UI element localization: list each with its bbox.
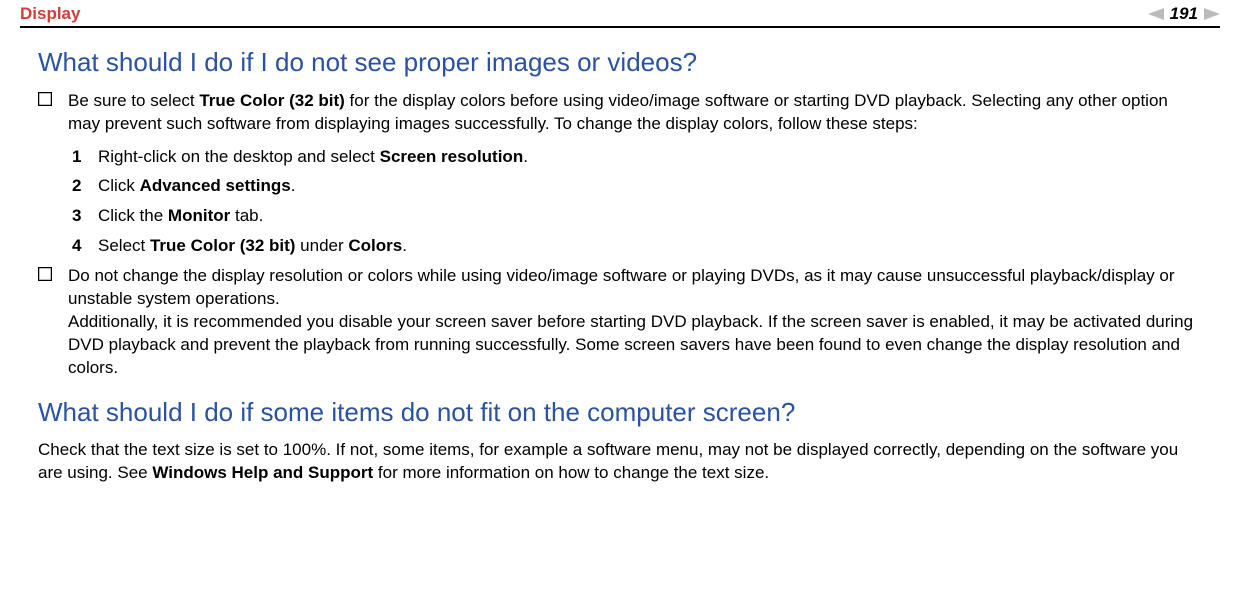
- text-bold: Colors: [348, 236, 402, 255]
- page-header: Display 191: [20, 0, 1220, 26]
- bullet-icon: [38, 265, 68, 380]
- document-page: Display 191 What should I do if I do not…: [0, 0, 1240, 505]
- text-run: tab.: [230, 206, 263, 225]
- page-number: 191: [1170, 4, 1198, 24]
- bullet-item: Be sure to select True Color (32 bit) fo…: [38, 90, 1202, 136]
- text-run: .: [291, 176, 296, 195]
- next-page-icon[interactable]: [1204, 8, 1220, 20]
- text-run: Select: [98, 236, 150, 255]
- text-run: Right-click on the desktop and select: [98, 147, 380, 166]
- text-bold: Advanced settings: [140, 176, 291, 195]
- text-run: Additionally, it is recommended you disa…: [68, 312, 1193, 377]
- bullet-item: Do not change the display resolution or …: [38, 265, 1202, 380]
- text-run: for more information on how to change th…: [373, 463, 769, 482]
- text-run: Be sure to select: [68, 91, 199, 110]
- header-title: Display: [20, 4, 80, 24]
- step-item: Right-click on the desktop and select Sc…: [72, 142, 1202, 172]
- section-heading: What should I do if some items do not fi…: [38, 396, 1202, 430]
- text-bold: True Color (32 bit): [150, 236, 295, 255]
- text-run: under: [295, 236, 348, 255]
- step-item: Click Advanced settings.: [72, 171, 1202, 201]
- text-run: Click: [98, 176, 140, 195]
- text-bold: Windows Help and Support: [152, 463, 373, 482]
- prev-page-icon[interactable]: [1148, 8, 1164, 20]
- body-text: Check that the text size is set to 100%.…: [38, 439, 1202, 485]
- text-bold: True Color (32 bit): [199, 91, 344, 110]
- text-run: .: [402, 236, 407, 255]
- page-number-nav: 191: [1148, 4, 1220, 24]
- section-heading: What should I do if I do not see proper …: [38, 46, 1202, 80]
- page-content: What should I do if I do not see proper …: [20, 46, 1220, 485]
- step-item: Click the Monitor tab.: [72, 201, 1202, 231]
- step-item: Select True Color (32 bit) under Colors.: [72, 231, 1202, 261]
- text-run: Click the: [98, 206, 168, 225]
- ordered-steps: Right-click on the desktop and select Sc…: [72, 142, 1202, 261]
- text-bold: Screen resolution: [380, 147, 524, 166]
- text-bold: Monitor: [168, 206, 230, 225]
- bullet-text: Be sure to select True Color (32 bit) fo…: [68, 90, 1202, 136]
- text-run: Do not change the display resolution or …: [68, 266, 1175, 308]
- bullet-icon: [38, 90, 68, 136]
- bullet-text: Do not change the display resolution or …: [68, 265, 1202, 380]
- text-run: .: [523, 147, 528, 166]
- header-rule: [20, 26, 1220, 28]
